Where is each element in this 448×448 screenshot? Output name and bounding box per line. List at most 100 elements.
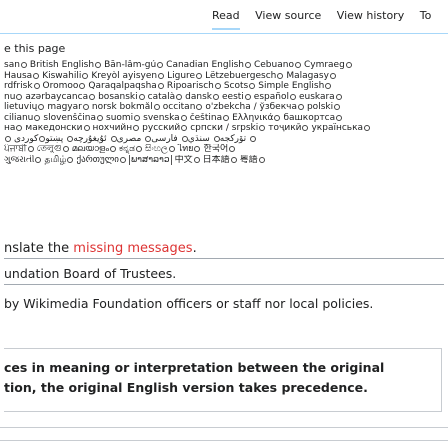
language-option[interactable]: occitan bbox=[163, 102, 203, 112]
radio-icon[interactable] bbox=[153, 104, 160, 110]
language-option[interactable]: ไทย bbox=[178, 144, 201, 154]
radio-icon[interactable] bbox=[345, 62, 352, 68]
language-option[interactable]: magyar bbox=[47, 102, 89, 112]
language-option[interactable]: català bbox=[148, 92, 183, 102]
radio-icon[interactable] bbox=[214, 83, 221, 89]
language-option[interactable]: Scots bbox=[224, 81, 256, 91]
language-option[interactable]: Simple English bbox=[258, 81, 332, 91]
language-option[interactable]: нохчийн bbox=[93, 123, 140, 133]
language-option[interactable]: ქართული bbox=[76, 155, 126, 165]
radio-icon[interactable] bbox=[158, 72, 165, 79]
language-option[interactable]: san bbox=[4, 60, 27, 70]
radio-icon[interactable] bbox=[181, 125, 188, 131]
language-option[interactable]: o'zbekcha / ўзбекча bbox=[205, 102, 304, 112]
language-option[interactable]: ગુજરાતી bbox=[4, 155, 42, 165]
radio-icon[interactable] bbox=[249, 83, 256, 89]
radio-icon[interactable] bbox=[176, 93, 183, 100]
radio-icon[interactable] bbox=[297, 104, 304, 110]
language-option[interactable]: čeština bbox=[190, 113, 230, 123]
language-option[interactable]: Oromoo bbox=[43, 81, 86, 91]
tab-view-history[interactable]: View history bbox=[337, 9, 404, 28]
language-option[interactable]: ພາສາລາວ bbox=[128, 154, 172, 165]
radio-icon[interactable] bbox=[33, 83, 40, 89]
language-option[interactable]: русский bbox=[142, 123, 188, 133]
radio-icon[interactable] bbox=[258, 156, 265, 163]
language-option[interactable]: ئۇيغۇرچە bbox=[66, 134, 107, 144]
radio-icon[interactable] bbox=[82, 72, 89, 79]
radio-icon[interactable] bbox=[67, 156, 74, 163]
language-option[interactable]: македонски bbox=[25, 123, 90, 133]
language-option[interactable]: nu bbox=[4, 92, 23, 102]
language-option[interactable]: svenska bbox=[143, 113, 187, 123]
radio-icon[interactable] bbox=[5, 135, 11, 142]
radio-icon[interactable] bbox=[79, 83, 86, 89]
language-option[interactable]: azərbaycanca bbox=[25, 92, 96, 102]
language-option[interactable]: eesti bbox=[222, 92, 251, 102]
language-option[interactable]: 日本語 bbox=[203, 155, 237, 165]
radio-icon[interactable] bbox=[244, 93, 251, 100]
language-option[interactable]: башкортса bbox=[283, 113, 343, 123]
language-option[interactable]: Bān-lâm-gú bbox=[104, 60, 164, 70]
language-option[interactable]: Malagasy bbox=[286, 71, 336, 81]
language-option[interactable]: 한국어 bbox=[203, 144, 236, 154]
radio-icon[interactable] bbox=[230, 156, 237, 163]
language-option[interactable]: на bbox=[4, 123, 23, 133]
radio-icon[interactable] bbox=[33, 72, 40, 79]
radio-icon[interactable] bbox=[27, 146, 34, 152]
radio-icon[interactable] bbox=[223, 114, 230, 121]
radio-icon[interactable] bbox=[196, 72, 203, 79]
radio-icon[interactable] bbox=[89, 93, 96, 100]
language-option[interactable]: ಕನ್ನಡ bbox=[119, 144, 142, 154]
radio-icon[interactable] bbox=[294, 62, 301, 68]
radio-icon[interactable] bbox=[38, 104, 45, 110]
radio-icon[interactable] bbox=[336, 114, 343, 121]
radio-icon[interactable] bbox=[82, 104, 89, 110]
language-option[interactable]: українська bbox=[311, 123, 371, 133]
radio-icon[interactable] bbox=[277, 72, 284, 79]
language-option[interactable]: 中文 bbox=[175, 155, 200, 165]
radio-icon[interactable] bbox=[325, 83, 332, 89]
radio-icon[interactable] bbox=[109, 146, 116, 152]
language-option[interactable]: тоҷикӣ bbox=[268, 123, 309, 133]
language-option[interactable]: Ελληνικά bbox=[232, 113, 281, 123]
radio-icon[interactable] bbox=[289, 93, 296, 100]
language-option[interactable]: তেলুগু bbox=[37, 144, 69, 154]
language-option[interactable]: Kreyòl ayisyen bbox=[91, 71, 165, 81]
language-option[interactable] bbox=[4, 134, 11, 144]
tab-tools[interactable]: To bbox=[420, 9, 432, 28]
radio-icon[interactable] bbox=[157, 62, 164, 68]
language-option[interactable]: Cymraeg bbox=[304, 60, 352, 70]
radio-icon[interactable] bbox=[213, 93, 219, 100]
radio-icon[interactable] bbox=[180, 114, 187, 121]
radio-icon[interactable] bbox=[138, 93, 145, 100]
language-option[interactable]: suomi bbox=[106, 113, 141, 123]
radio-icon[interactable] bbox=[20, 62, 27, 68]
radio-icon[interactable] bbox=[97, 114, 103, 121]
language-option[interactable]: bosanski bbox=[98, 92, 145, 102]
language-option[interactable]: rdfrisk bbox=[4, 81, 40, 91]
language-option[interactable]: cilianu bbox=[4, 113, 41, 123]
language-option[interactable]: پښتو bbox=[38, 134, 63, 144]
radio-icon[interactable] bbox=[134, 114, 141, 121]
radio-icon[interactable] bbox=[83, 125, 90, 131]
radio-icon[interactable] bbox=[259, 125, 266, 131]
language-option[interactable]: فارسی bbox=[144, 134, 178, 144]
radio-icon[interactable] bbox=[34, 114, 41, 121]
language-option[interactable]: Canadian English bbox=[166, 60, 251, 70]
radio-icon[interactable] bbox=[250, 135, 257, 142]
language-option[interactable]: Lëtzebuergesch bbox=[205, 71, 284, 81]
radio-icon[interactable] bbox=[334, 104, 341, 110]
language-option[interactable]: Qaraqalpaqsha bbox=[88, 81, 164, 91]
language-option[interactable]: Hausa bbox=[4, 71, 40, 81]
radio-icon[interactable] bbox=[133, 125, 140, 131]
radio-icon[interactable] bbox=[62, 146, 69, 152]
missing-messages-link[interactable]: missing messages bbox=[73, 241, 192, 256]
radio-icon[interactable] bbox=[229, 146, 236, 152]
radio-icon[interactable] bbox=[244, 62, 251, 68]
language-option[interactable]: தமிழ் bbox=[44, 155, 74, 165]
language-option[interactable]: dansk bbox=[185, 92, 219, 102]
radio-icon[interactable] bbox=[119, 156, 126, 163]
radio-icon[interactable] bbox=[193, 156, 200, 163]
language-option[interactable]: Cebuano bbox=[254, 60, 301, 70]
language-option[interactable]: српски / srpski bbox=[190, 123, 266, 133]
